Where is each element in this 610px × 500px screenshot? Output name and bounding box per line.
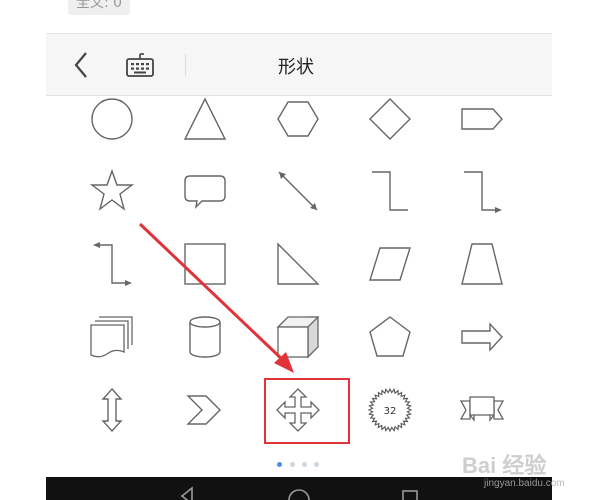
star-icon [89, 168, 135, 211]
shape-right-block-arrow[interactable] [459, 314, 505, 360]
shape-right-triangle[interactable] [275, 241, 321, 287]
hexagon-icon [277, 101, 319, 137]
page-dot[interactable] [290, 462, 295, 467]
page-dot[interactable] [314, 462, 319, 467]
cube-icon [276, 316, 320, 359]
pentagon-icon [369, 316, 411, 357]
shape-callout[interactable] [182, 168, 228, 214]
double-arrow-line-icon [278, 171, 318, 211]
shape-pentagon[interactable] [367, 314, 413, 360]
shape-hexagon[interactable] [275, 96, 321, 142]
home-nav-icon[interactable] [286, 487, 312, 500]
shape-triangle[interactable] [182, 96, 228, 142]
shape-double-arrow-line[interactable] [275, 168, 321, 214]
shape-cylinder[interactable] [182, 314, 228, 360]
word-count-chip: 全文: 0 [68, 0, 131, 15]
seal-label: 32 [384, 406, 397, 417]
elbow-double-arrow-connector-icon [93, 242, 132, 286]
ribbon-banner-icon [459, 396, 505, 422]
shape-trapezoid[interactable] [459, 241, 505, 287]
shape-elbow-double-arrow-connector[interactable] [89, 241, 135, 287]
pentagon-arrow-icon [461, 108, 503, 130]
shape-elbow-connector[interactable] [367, 168, 413, 214]
parallelogram-icon [369, 247, 411, 281]
seal-icon: 32 [367, 387, 413, 433]
up-down-arrow-icon [101, 387, 123, 433]
right-block-arrow-icon [461, 322, 503, 352]
shape-ribbon-banner[interactable] [459, 387, 505, 433]
elbow-connector-icon [372, 171, 408, 211]
page-dot-active[interactable] [277, 462, 282, 467]
chevron-icon [186, 395, 221, 425]
watermark-url: jingyan.baidu.com [484, 478, 565, 489]
shape-seal[interactable]: 32 [367, 387, 413, 433]
shape-circle[interactable] [89, 96, 135, 142]
toolbar-divider [185, 54, 186, 76]
square-icon [184, 243, 226, 285]
shape-pentagon-arrow[interactable] [459, 96, 505, 142]
shape-diamond[interactable] [367, 96, 413, 142]
watermark: Bai 经验 jingyan.baidu.com [456, 448, 604, 496]
shape-toolbar: 形状 [46, 34, 552, 96]
right-triangle-icon [277, 242, 320, 285]
keyboard-icon [126, 53, 154, 77]
triangle-icon [183, 97, 227, 140]
multi-document-icon [90, 316, 133, 358]
shape-up-down-arrow[interactable] [89, 387, 135, 433]
cylinder-icon [189, 316, 221, 358]
shape-square[interactable] [182, 241, 228, 287]
diamond-icon [369, 98, 411, 140]
shape-chevron[interactable] [182, 387, 228, 433]
phone-screen: 全文: 0 形状 32 [46, 0, 552, 500]
shape-star[interactable] [89, 168, 135, 214]
shape-cube[interactable] [275, 314, 321, 360]
chevron-left-icon [74, 52, 87, 78]
page-dot[interactable] [302, 462, 307, 467]
panel-title: 形状 [278, 57, 314, 78]
trapezoid-icon [461, 243, 503, 285]
shape-elbow-arrow-connector[interactable] [459, 168, 505, 214]
back-button[interactable] [66, 49, 98, 81]
circle-icon [91, 98, 133, 140]
selected-shape-highlight [264, 378, 350, 444]
watermark-brand: Bai 经验 [462, 453, 547, 478]
callout-icon [184, 175, 226, 210]
back-nav-icon[interactable] [178, 486, 196, 500]
shape-parallelogram[interactable] [367, 241, 413, 287]
keyboard-button[interactable] [124, 49, 156, 81]
shape-multi-document[interactable] [89, 314, 135, 360]
elbow-arrow-connector-icon [464, 171, 502, 213]
previous-screen-strip: 全文: 0 [46, 0, 552, 34]
recents-nav-icon[interactable] [401, 489, 419, 500]
page: 全文: 0 形状 32 Bai 经验 jingyan.baidu.com [0, 0, 610, 500]
